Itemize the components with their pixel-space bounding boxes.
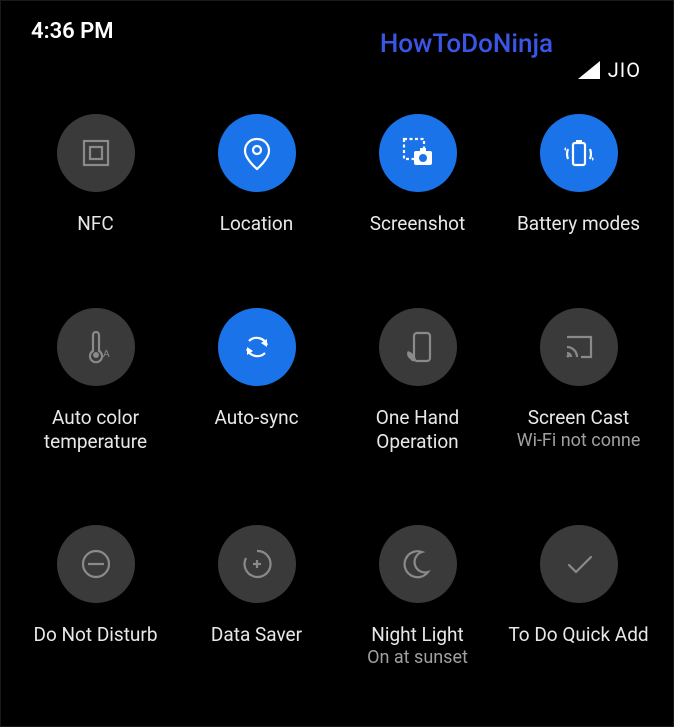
tile-datasaver-label: Data Saver [211,623,302,647]
dnd-icon [76,544,116,584]
moon-icon [398,544,438,584]
status-time: 4:36 PM [31,19,114,44]
tile-dnd-label: Do Not Disturb [33,623,157,647]
tile-battery-label: Battery modes [517,212,640,236]
tile-cast-label: Screen Cast [528,406,630,430]
tile-autocolor-circle: A [57,308,135,386]
tile-autosync-circle [218,308,296,386]
tile-nfc-label: NFC [77,212,113,236]
tile-screenshot-circle [379,114,457,192]
tile-screenshot[interactable]: Screenshot [337,114,498,236]
tile-battery-modes[interactable]: Battery modes [498,114,659,236]
tile-datasaver-circle [218,525,296,603]
screenshot-icon [398,133,438,173]
thermometer-icon: A [76,327,116,367]
carrier-label: JIO [608,58,641,82]
location-icon [237,133,277,173]
tile-location[interactable]: Location [176,114,337,236]
status-bar: 4:36 PM [1,1,673,52]
tile-auto-sync[interactable]: Auto-sync [176,308,337,454]
tile-nightlight-sublabel: On at sunset [367,647,468,670]
annotation-watermark: HowToDoNinja [380,29,553,59]
tile-onehand-label: One Hand Operation [343,406,493,454]
tile-autosync-label: Auto-sync [214,406,298,430]
tile-screen-cast[interactable]: Screen Cast Wi-Fi not conne [498,308,659,454]
battery-icon [559,133,599,173]
tile-data-saver[interactable]: Data Saver [176,525,337,669]
tile-auto-color-temp[interactable]: A Auto color temperature [15,308,176,454]
quick-settings-grid: NFC Location Screenshot [1,90,673,670]
data-saver-icon [237,544,277,584]
tile-dnd-circle [57,525,135,603]
tile-location-label: Location [220,212,294,236]
tile-battery-circle [540,114,618,192]
tile-nfc[interactable]: NFC [15,114,176,236]
tile-one-hand[interactable]: One Hand Operation [337,308,498,454]
tile-todo-circle [540,525,618,603]
tile-nightlight-label: Night Light [371,623,463,647]
tile-nfc-circle [57,114,135,192]
check-icon [559,544,599,584]
tile-night-light[interactable]: Night Light On at sunset [337,525,498,669]
svg-text:A: A [103,349,110,360]
tile-todo-quick-add[interactable]: To Do Quick Add [498,525,659,669]
sync-icon [237,327,277,367]
tile-location-circle [218,114,296,192]
tile-onehand-circle [379,308,457,386]
tile-dnd[interactable]: Do Not Disturb [15,525,176,669]
tile-nightlight-circle [379,525,457,603]
tile-cast-sublabel: Wi-Fi not conne [517,430,641,453]
tile-autocolor-label: Auto color temperature [21,406,171,454]
tile-todo-label: To Do Quick Add [508,623,648,647]
tile-cast-circle [540,308,618,386]
nfc-icon [76,133,116,173]
one-hand-icon [398,327,438,367]
signal-icon [578,61,600,79]
cast-icon [559,327,599,367]
tile-screenshot-label: Screenshot [370,212,465,236]
carrier-row: JIO [1,52,673,90]
